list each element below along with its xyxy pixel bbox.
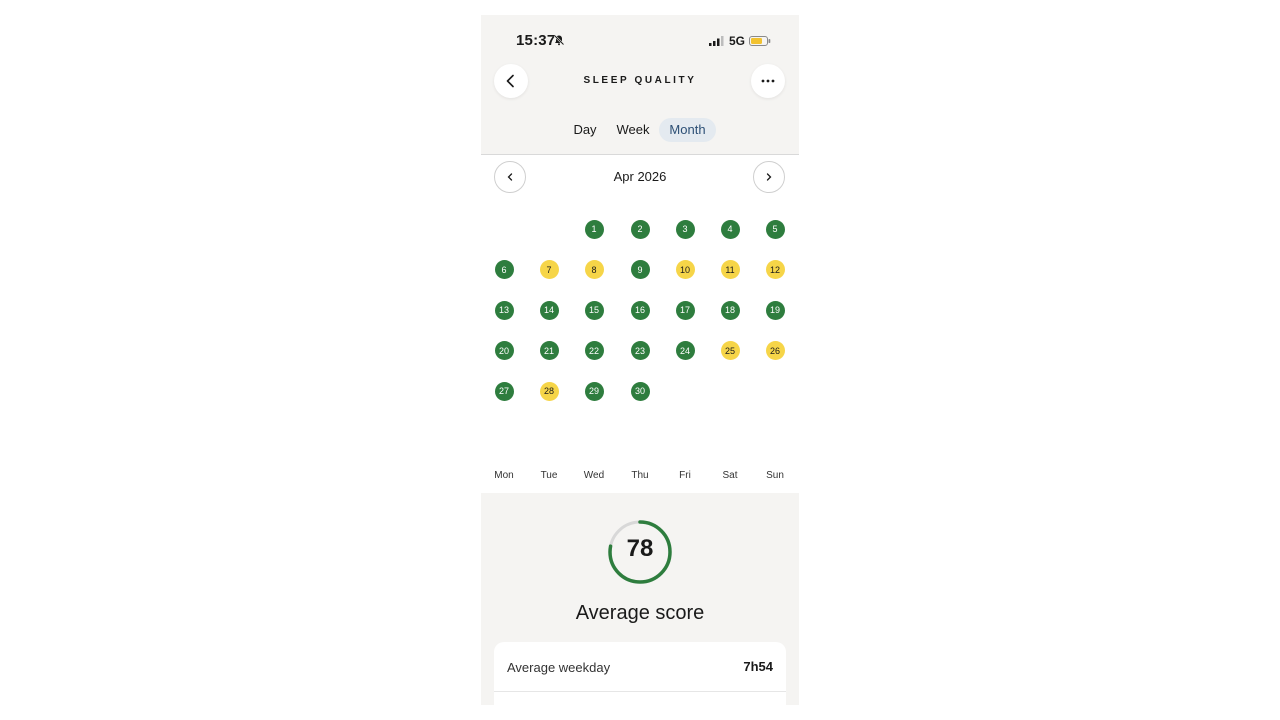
calendar-day[interactable]: 25 (720, 341, 740, 360)
weekday-label: Sun (766, 470, 784, 481)
calendar-day[interactable]: 16 (630, 300, 650, 320)
stat-label: Average weekday (507, 660, 611, 675)
tab-day[interactable]: Day (567, 118, 603, 142)
status-time: 15:37 (516, 32, 556, 49)
score-value: 78 (626, 535, 654, 562)
weekday-label: Thu (631, 470, 649, 481)
chevron-right-icon (766, 173, 772, 181)
calendar-day[interactable]: 17 (675, 300, 695, 320)
battery-icon (749, 36, 771, 46)
calendar-day[interactable]: 22 (584, 341, 604, 360)
calendar-day[interactable]: 21 (539, 341, 559, 360)
weekday-label: Fri (679, 470, 691, 481)
calendar-day[interactable]: 6 (494, 260, 514, 279)
more-button[interactable] (751, 64, 785, 98)
calendar-day[interactable]: 30 (630, 381, 650, 401)
weekday-label: Wed (583, 470, 605, 481)
calendar-day[interactable]: 20 (494, 341, 514, 360)
calendar-day[interactable]: 18 (720, 300, 740, 320)
phone-screen: 15:37 5G SLEEP QUALITY Day Week Month Ap… (481, 15, 799, 705)
calendar-day[interactable]: 2 (630, 219, 650, 239)
stat-value: 7h54 (743, 659, 773, 674)
calendar-day[interactable]: 5 (765, 219, 785, 239)
weekday-label: Mon (494, 470, 514, 481)
calendar-day[interactable]: 23 (630, 341, 650, 360)
calendar-day[interactable]: 12 (765, 260, 785, 279)
calendar-day[interactable]: 19 (765, 300, 785, 320)
calendar-day[interactable]: 3 (675, 219, 695, 239)
calendar-day[interactable]: 1 (584, 219, 604, 239)
calendar-day[interactable]: 8 (584, 260, 604, 279)
bell-muted-icon (553, 34, 565, 46)
calendar-day[interactable]: 4 (720, 219, 740, 239)
weekday-label: Sat (722, 470, 738, 481)
calendar-day[interactable]: 28 (539, 381, 559, 401)
average-score-label: Average score (575, 602, 705, 624)
calendar-day[interactable]: 24 (675, 341, 695, 360)
calendar-day[interactable]: 27 (494, 381, 514, 401)
calendar-day[interactable]: 26 (765, 341, 785, 360)
stat-row-next[interactable] (494, 692, 786, 705)
signal-icon (709, 36, 724, 46)
calendar-day[interactable]: 13 (494, 300, 514, 320)
more-horizontal-icon (761, 79, 775, 83)
calendar-day[interactable]: 29 (584, 381, 604, 401)
network-label: 5G (729, 34, 746, 48)
next-month-button[interactable] (753, 161, 785, 193)
calendar-day[interactable]: 14 (539, 300, 559, 320)
period-tabs: Day Week Month (481, 118, 799, 144)
stat-row[interactable]: Average weekday 7h54 (494, 642, 786, 694)
calendar-day[interactable]: 15 (584, 300, 604, 320)
header-divider (481, 154, 799, 155)
calendar-day[interactable]: 11 (720, 260, 740, 279)
calendar-day[interactable]: 10 (675, 260, 695, 279)
month-label: Apr 2026 (613, 169, 667, 184)
calendar-day[interactable]: 7 (539, 260, 559, 279)
calendar-day[interactable]: 9 (630, 260, 650, 279)
tab-month[interactable]: Month (659, 118, 716, 142)
weekday-label: Tue (540, 470, 558, 481)
tab-week[interactable]: Week (611, 118, 655, 142)
